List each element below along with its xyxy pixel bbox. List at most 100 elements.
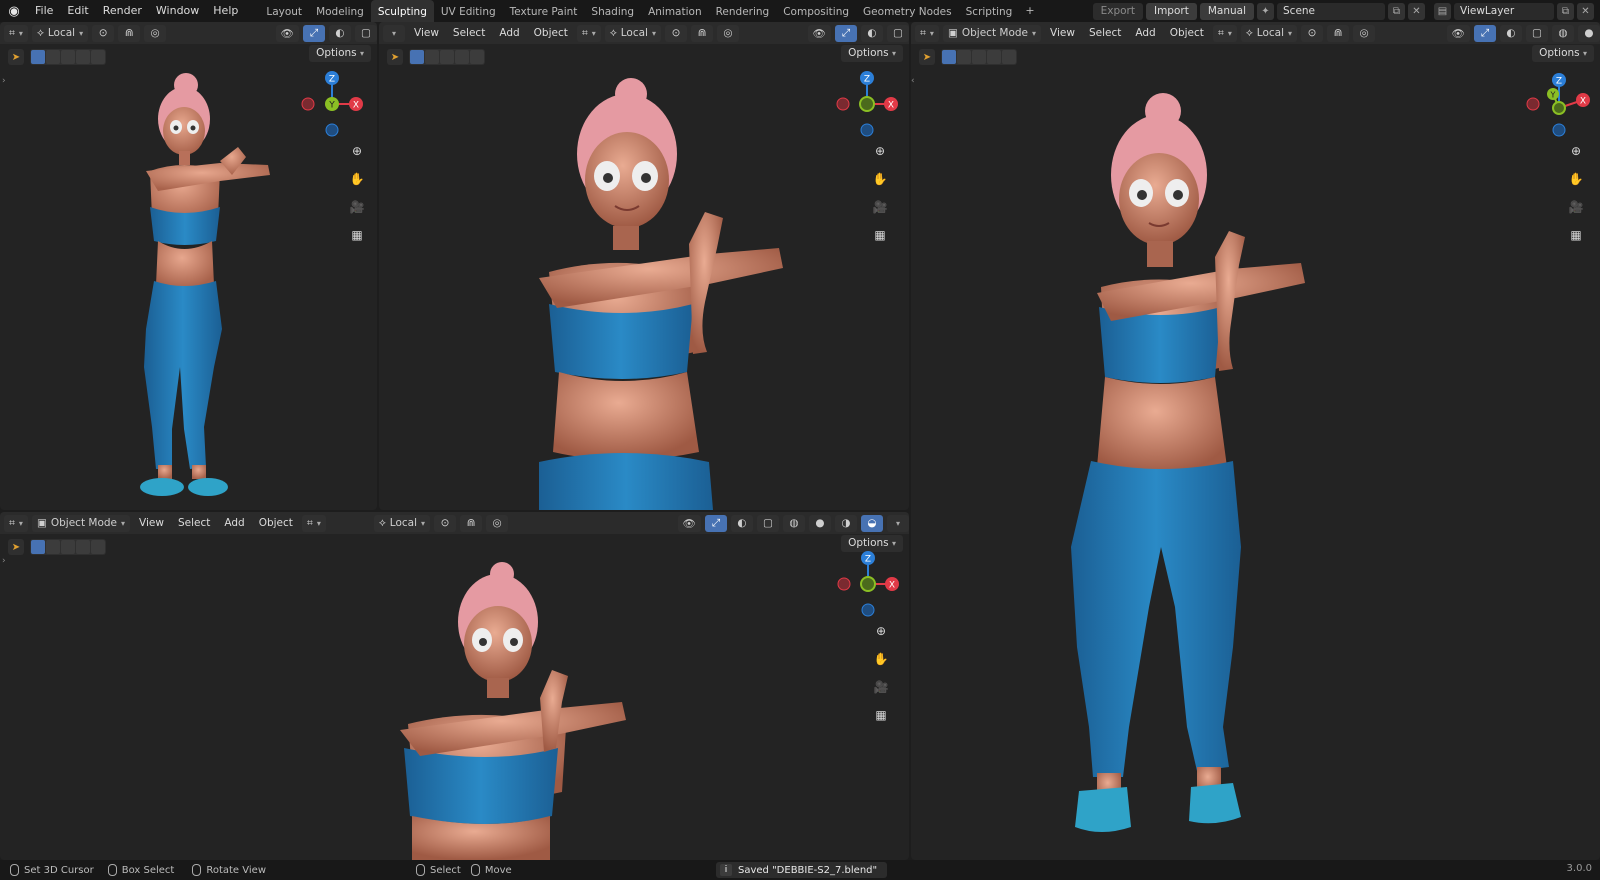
select-tool-icon[interactable]: ➤ [8,539,24,555]
blender-logo-icon[interactable]: ◉ [0,0,28,22]
menu-select[interactable]: Select [173,512,215,534]
gizmo-toggle-icon[interactable]: ⤢ [303,24,325,42]
overlay-icon[interactable]: ◐ [861,24,883,42]
select-extend-icon[interactable] [957,50,971,64]
zoom-icon[interactable]: ⊕ [346,140,368,162]
proportional-edit-icon[interactable]: ◎ [486,514,509,532]
menu-add[interactable]: Add [219,512,249,534]
mode-dropdown[interactable]: ▣ Object Mode ▾ [31,514,131,532]
pivot-icon[interactable]: ⊙ [665,24,687,42]
transform-icon[interactable]: ⌗ ▾ [576,24,601,42]
proportional-edit-icon[interactable]: ◎ [144,24,167,42]
tab-sculpting[interactable]: Sculpting [370,0,434,22]
pivot-icon[interactable]: ⊙ [1301,24,1324,42]
editor-type-button[interactable]: ⌗ ▾ [4,514,28,532]
visibility-icon[interactable]: 👁 [807,24,831,42]
select-intersect-icon[interactable] [1002,50,1016,64]
select-invert-icon[interactable] [76,540,90,554]
menu-view[interactable]: View [1045,22,1080,44]
select-intersect-icon[interactable] [470,50,484,64]
mode-dropdown[interactable]: ▣ Object Mode ▾ [942,24,1042,42]
shading-rendered-icon[interactable]: ◒ [861,514,883,532]
perspective-grid-icon[interactable]: ▦ [1565,224,1587,246]
zoom-icon[interactable]: ⊕ [870,620,892,642]
menu-add[interactable]: Add [494,22,524,44]
xray-icon[interactable]: ▢ [757,514,779,532]
menu-render[interactable]: Render [96,0,149,22]
manual-button[interactable]: Manual [1199,2,1254,20]
zoom-icon[interactable]: ⊕ [869,140,891,162]
shading-solid-icon[interactable]: ● [809,514,831,532]
tab-modeling[interactable]: Modeling [309,0,371,22]
delete-scene-icon[interactable]: ✕ [1408,2,1425,20]
menu-edit[interactable]: Edit [60,0,95,22]
select-tool-icon[interactable]: ➤ [387,49,403,65]
select-subtract-icon[interactable] [972,50,986,64]
delete-view-layer-icon[interactable]: ✕ [1577,2,1594,20]
menu-view[interactable]: View [409,22,444,44]
zoom-icon[interactable]: ⊕ [1565,140,1587,162]
viewport-bottom[interactable]: ⌗ ▾ ▣ Object Mode ▾ View Select Add Object … [0,512,909,860]
select-intersect-icon[interactable] [91,50,105,64]
export-button[interactable]: Export [1092,2,1143,20]
camera-icon[interactable]: 🎥 [1565,196,1587,218]
tab-shading[interactable]: Shading [584,0,641,22]
tab-animation[interactable]: Animation [641,0,709,22]
perspective-grid-icon[interactable]: ▦ [870,704,892,726]
shading-wireframe-icon[interactable]: ◍ [1552,24,1574,42]
menu-select[interactable]: Select [448,22,490,44]
snap-icon[interactable]: ⋒ [460,514,483,532]
select-subtract-icon[interactable] [440,50,454,64]
perspective-grid-icon[interactable]: ▦ [869,224,891,246]
pan-hand-icon[interactable]: ✋ [869,168,891,190]
menu-window[interactable]: Window [149,0,206,22]
snap-icon[interactable]: ⋒ [118,24,141,42]
view-layer-icon[interactable]: ▤ [1434,2,1451,20]
menu-view[interactable]: View [134,512,169,534]
transform-orientation-dropdown[interactable]: ⟡ Local ▾ [604,24,661,42]
xray-icon[interactable]: ▢ [1526,24,1548,42]
transform-orientation-dropdown[interactable]: ⟡ Local ▾ [373,514,431,532]
shading-material-icon[interactable]: ◑ [835,514,857,532]
overlay-icon[interactable]: ◐ [1500,24,1522,42]
menu-object[interactable]: Object [254,512,298,534]
tab-texture-paint[interactable]: Texture Paint [503,0,585,22]
editor-type-button[interactable]: ⌗ ▾ [915,24,939,42]
select-tool-icon[interactable]: ➤ [919,49,935,65]
gizmo-toggle-icon[interactable]: ⤢ [835,24,857,42]
camera-icon[interactable]: 🎥 [869,196,891,218]
proportional-edit-icon[interactable]: ◎ [1353,24,1376,42]
visibility-icon[interactable]: 👁 [1446,24,1470,42]
import-button[interactable]: Import [1145,2,1197,20]
navigation-gizmo[interactable]: Z X Y [1523,68,1593,138]
snap-icon[interactable]: ⋒ [1327,24,1350,42]
gizmo-toggle-icon[interactable]: ⤢ [705,514,727,532]
toolbar-expand-icon[interactable]: › [2,556,6,566]
shading-solid-icon[interactable]: ● [1578,24,1600,42]
tab-geometry-nodes[interactable]: Geometry Nodes [856,0,959,22]
select-new-icon[interactable] [942,50,956,64]
select-intersect-icon[interactable] [91,540,105,554]
select-new-icon[interactable] [410,50,424,64]
menu-file[interactable]: File [28,0,60,22]
toolbar-expand-icon[interactable]: › [2,76,6,86]
transform-orientation-dropdown[interactable]: ⟡ Local ▾ [31,24,89,42]
viewport-top-left[interactable]: ⌗▾ ⟡Local▾ ⊙ ⋒ ◎ 👁 ⤢ ◐ ▢ ➤ Options ▾ [0,22,377,510]
gizmo-toggle-icon[interactable]: ⤢ [1474,24,1496,42]
options-dropdown[interactable]: Options ▾ [309,45,371,62]
view-layer-field[interactable]: ViewLayer [1454,2,1554,20]
pan-hand-icon[interactable]: ✋ [870,648,892,670]
select-tool-icon[interactable]: ➤ [8,49,24,65]
menu-help[interactable]: Help [206,0,245,22]
scene-field[interactable]: Scene [1277,2,1385,20]
viewport-top-middle[interactable]: ▾ View Select Add Object ⌗ ▾ ⟡ Local ▾ ⊙ ⋒ … [379,22,909,510]
select-invert-icon[interactable] [76,50,90,64]
saved-notification[interactable]: i Saved "DEBBIE-S2_7.blend" [716,862,888,878]
proportional-edit-icon[interactable]: ◎ [717,24,739,42]
transform-orientation-dropdown[interactable]: ⟡ Local ▾ [1240,24,1298,42]
tab-scripting[interactable]: Scripting [959,0,1020,22]
xray-icon[interactable]: ▢ [355,24,377,42]
navigation-gizmo[interactable]: Z X Y [298,68,368,138]
select-invert-icon[interactable] [987,50,1001,64]
select-extend-icon[interactable] [46,540,60,554]
